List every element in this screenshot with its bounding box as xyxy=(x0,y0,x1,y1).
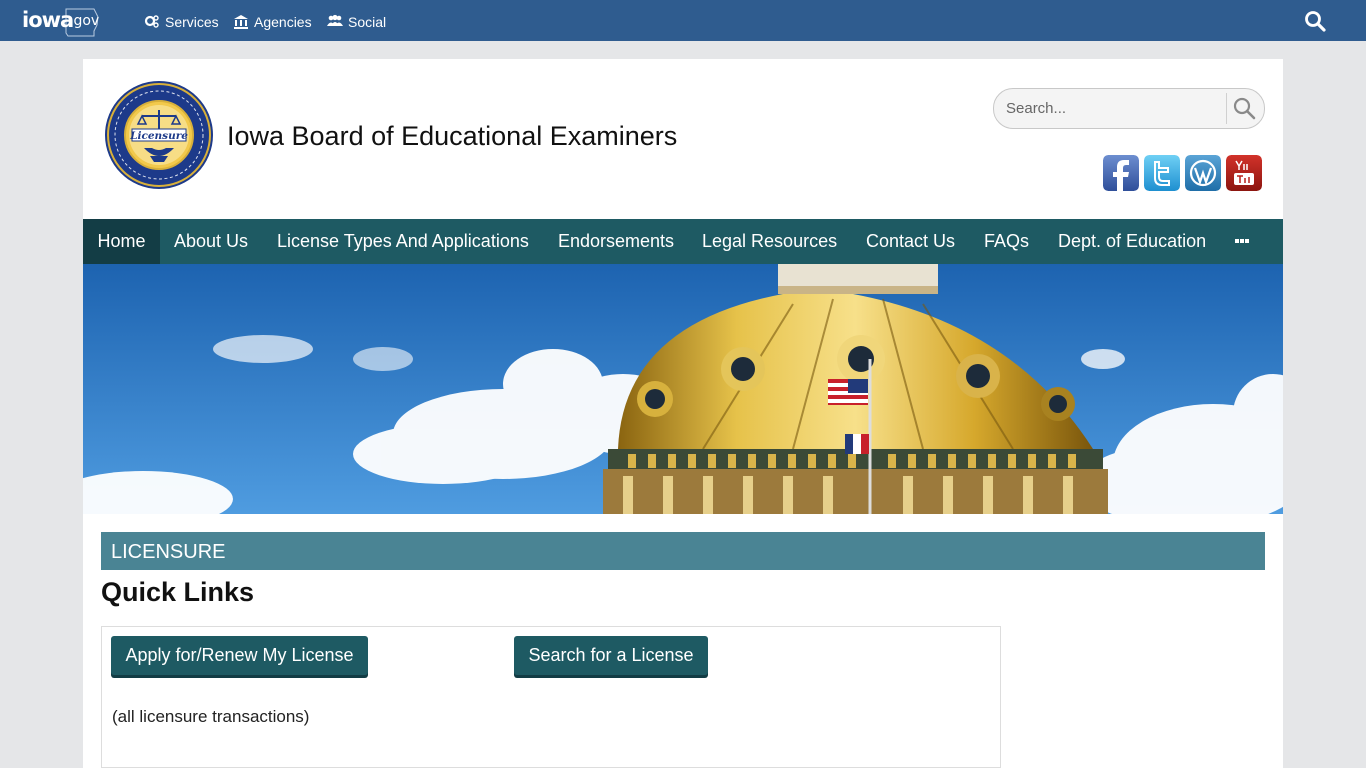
topnav-agencies-label: Agencies xyxy=(254,14,312,30)
nav-home[interactable]: Home xyxy=(83,219,160,264)
wordpress-icon[interactable] xyxy=(1185,155,1221,191)
topnav-agencies[interactable]: Agencies xyxy=(233,12,312,32)
search-input[interactable] xyxy=(1006,89,1216,128)
board-seal-logo[interactable]: Licensure xyxy=(104,80,214,190)
site-search xyxy=(993,88,1265,129)
main-nav: Home About Us License Types And Applicat… xyxy=(83,219,1283,264)
apply-renew-license-button[interactable]: Apply for/Renew My License xyxy=(111,636,368,675)
seal-text: Licensure xyxy=(129,130,188,142)
topnav-services-label: Services xyxy=(165,14,219,30)
topnav-social-label: Social xyxy=(348,14,387,30)
quick-links-panel: Apply for/Renew My License Search for a … xyxy=(101,626,1001,768)
top-bar: iowa .gov Services Agencies Social xyxy=(0,0,1366,41)
logo-text: iowa xyxy=(22,8,74,32)
nav-about-us[interactable]: About Us xyxy=(174,219,248,264)
twitter-icon[interactable] xyxy=(1144,155,1180,191)
site-title[interactable]: Iowa Board of Educational Examiners xyxy=(227,121,677,152)
iowa-gov-logo[interactable]: iowa .gov xyxy=(22,5,100,37)
gears-icon xyxy=(144,15,159,28)
nav-dept-of-education[interactable]: Dept. of Education xyxy=(1058,219,1206,264)
topnav-social[interactable]: Social xyxy=(327,12,386,32)
section-header-bar: LICENSURE xyxy=(101,532,1265,570)
page-container: Licensure Iowa Board of Educational Exam… xyxy=(83,59,1283,768)
topnav-services[interactable]: Services xyxy=(144,12,219,32)
nav-endorsements[interactable]: Endorsements xyxy=(558,219,674,264)
nav-faqs[interactable]: FAQs xyxy=(984,219,1029,264)
quick-links-title: Quick Links xyxy=(101,577,255,607)
search-divider xyxy=(1226,93,1227,124)
facebook-icon[interactable] xyxy=(1103,155,1139,191)
search-icon[interactable] xyxy=(1304,10,1326,32)
logo-suffix: .gov xyxy=(69,13,100,29)
institution-icon xyxy=(234,15,248,29)
apply-note-text: (all licensure transactions) xyxy=(112,707,310,726)
section-header-label: LICENSURE xyxy=(111,541,226,563)
search-license-button[interactable]: Search for a License xyxy=(514,636,708,675)
ellipsis-icon[interactable] xyxy=(1223,232,1259,250)
nav-contact-us[interactable]: Contact Us xyxy=(866,219,955,264)
capitol-dome-hero-image xyxy=(83,264,1283,514)
youtube-icon[interactable] xyxy=(1226,155,1262,191)
nav-legal-resources[interactable]: Legal Resources xyxy=(702,219,837,264)
search-button-icon[interactable] xyxy=(1232,96,1256,120)
users-icon xyxy=(327,14,343,26)
nav-license-types[interactable]: License Types And Applications xyxy=(277,219,529,264)
